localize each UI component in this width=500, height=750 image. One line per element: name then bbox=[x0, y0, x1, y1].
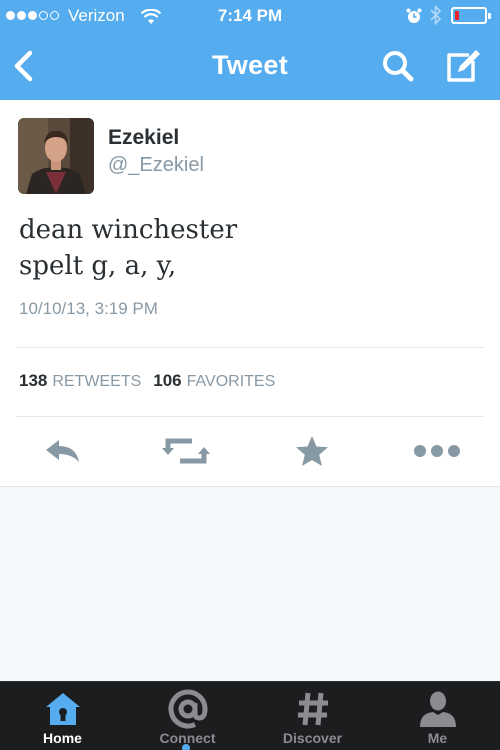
more-dots-icon[interactable] bbox=[413, 433, 461, 469]
clock-time: 7:14 PM bbox=[217, 6, 283, 25]
connect-notification-dot bbox=[182, 744, 190, 750]
compose-icon[interactable] bbox=[442, 46, 482, 86]
retweets-label: RETWEETS bbox=[52, 373, 142, 390]
alarm-icon bbox=[406, 8, 422, 29]
tab-label: Home bbox=[43, 730, 82, 746]
tweet-text: dean winchester spelt g, a, y, bbox=[19, 212, 479, 284]
tab-label: Me bbox=[427, 730, 448, 746]
top-header: Verizon 7:14 PM Tweet bbox=[0, 0, 500, 100]
person-icon bbox=[375, 690, 500, 728]
battery-icon bbox=[451, 7, 491, 24]
tweet-text-line: dean winchester bbox=[19, 215, 238, 245]
tab-discover[interactable]: Discover bbox=[250, 682, 375, 750]
tweet-text-line: spelt g, a, y, bbox=[19, 251, 177, 281]
at-sign-icon bbox=[125, 689, 250, 729]
tweet-actions bbox=[0, 417, 500, 487]
retweet-icon[interactable] bbox=[162, 433, 210, 469]
divider bbox=[16, 347, 484, 348]
hashtag-icon bbox=[250, 690, 375, 728]
tab-connect[interactable]: Connect bbox=[125, 682, 250, 750]
tab-label: Discover bbox=[282, 730, 343, 746]
author-name[interactable]: Ezekiel bbox=[108, 126, 179, 150]
search-icon[interactable] bbox=[380, 48, 416, 84]
favorites-stat[interactable]: 106 FAVORITES bbox=[153, 371, 287, 391]
navigation-bar: Tweet bbox=[0, 32, 500, 100]
retweets-count: 138 bbox=[19, 371, 48, 390]
bottom-tab-bar: Home Connect Discover Me bbox=[0, 681, 500, 750]
favorites-label: FAVORITES bbox=[186, 373, 276, 390]
tweet-stats: 138 RETWEETS 106 FAVORITES bbox=[19, 371, 287, 391]
bluetooth-icon bbox=[430, 4, 442, 30]
tweet-card: Ezekiel @_Ezekiel dean winchester spelt … bbox=[0, 100, 500, 487]
home-icon bbox=[0, 690, 125, 728]
favorites-count: 106 bbox=[153, 371, 182, 390]
tweet-timestamp: 10/10/13, 3:19 PM bbox=[19, 299, 158, 318]
reply-icon[interactable] bbox=[38, 433, 86, 469]
retweets-stat[interactable]: 138 RETWEETS bbox=[19, 371, 153, 391]
status-bar: Verizon 7:14 PM bbox=[0, 0, 500, 32]
page-title: Tweet bbox=[211, 50, 288, 80]
tab-me[interactable]: Me bbox=[375, 682, 500, 750]
author-handle: @_Ezekiel bbox=[108, 154, 204, 176]
avatar[interactable] bbox=[18, 118, 94, 194]
favorite-star-icon[interactable] bbox=[288, 433, 336, 469]
tab-home[interactable]: Home bbox=[0, 682, 125, 750]
